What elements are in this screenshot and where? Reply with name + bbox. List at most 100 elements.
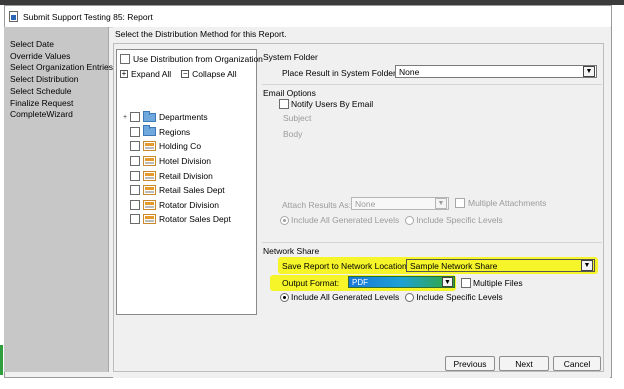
main-content: Select the Distribution Method for this … (113, 27, 610, 378)
tree-node-checkbox[interactable] (130, 141, 140, 152)
notify-users-checkbox[interactable] (279, 99, 289, 109)
expand-all-link[interactable]: Expand All (131, 69, 171, 79)
cancel-button[interactable]: Cancel (553, 356, 601, 371)
save-network-label: Save Report to Network Location: (282, 261, 410, 271)
org-unit-icon (143, 170, 156, 181)
divider (262, 242, 602, 243)
tree-node-checkbox[interactable] (130, 126, 140, 137)
dropdown-arrow-icon[interactable]: ▼ (583, 66, 595, 77)
expand-all-icon[interactable]: + (120, 70, 128, 78)
notify-users-row: Notify Users By Email (279, 99, 373, 109)
options-panel: System Folder Place Result in System Fol… (262, 44, 604, 373)
multiple-files-checkbox[interactable] (461, 278, 471, 288)
network-include-all-label: Include All Generated Levels (291, 292, 400, 302)
tree-node-label: Rotator Sales Dept (159, 214, 231, 225)
email-levels-row: Include All Generated Levels Include Spe… (280, 215, 503, 225)
report-app-icon (9, 11, 18, 22)
tree-node-label: Regions (159, 126, 191, 137)
step-select-date[interactable]: Select Date (10, 39, 108, 51)
tree-node-rotator-division[interactable]: Rotator Division (121, 198, 257, 213)
organization-tree: + Departments Regions Holding Co Hotel D… (121, 110, 257, 227)
dropdown-arrow-icon[interactable]: ▼ (435, 198, 447, 209)
email-include-specific-radio[interactable] (405, 215, 415, 225)
system-folder-value: None (399, 66, 420, 77)
folder-icon (143, 125, 156, 137)
attach-results-select[interactable]: None ▼ (351, 197, 449, 210)
tree-node-checkbox[interactable] (130, 214, 140, 225)
system-folder-title: System Folder (263, 52, 318, 62)
body-label: Body (283, 129, 303, 139)
attach-results-value: None (355, 198, 376, 209)
email-include-specific-label: Include Specific Levels (416, 215, 503, 225)
subject-label: Subject (283, 113, 312, 123)
use-distribution-checkbox[interactable] (120, 54, 130, 64)
step-select-organization-entries[interactable]: Select Organization Entries (10, 62, 113, 74)
tree-node-label: Holding Co (159, 141, 202, 152)
next-button[interactable]: Next (499, 356, 549, 371)
wizard-steps-sidebar: Select Date Override Values Select Organ… (4, 27, 113, 372)
step-complete-wizard[interactable]: CompleteWizard (10, 109, 108, 121)
tree-node-holding-co[interactable]: Holding Co (121, 139, 257, 154)
place-result-label: Place Result in System Folder: (282, 68, 399, 78)
step-select-schedule[interactable]: Select Schedule (10, 86, 108, 98)
tree-node-label: Retail Sales Dept (159, 185, 225, 196)
email-options-title: Email Options (263, 88, 316, 98)
multiple-files-label: Multiple Files (473, 278, 523, 288)
multiple-files-row: Multiple Files (461, 278, 523, 288)
instruction-text: Select the Distribution Method for this … (115, 29, 287, 39)
email-include-all-radio[interactable] (280, 215, 289, 225)
tree-node-checkbox[interactable] (130, 199, 140, 210)
previous-button[interactable]: Previous (445, 356, 495, 371)
title-bar: Submit Support Testing 85: Report (5, 6, 611, 28)
step-finalize-request[interactable]: Finalize Request (10, 98, 108, 110)
dropdown-arrow-icon[interactable]: ▼ (581, 260, 593, 271)
tree-node-label: Hotel Division (159, 156, 211, 167)
network-location-select[interactable]: Sample Network Share ▼ (406, 259, 595, 272)
org-unit-icon (143, 199, 156, 210)
content-frame: Use Distribution from Organization + Exp… (113, 43, 604, 372)
output-format-value: PDF (352, 277, 368, 287)
left-edge-accent (0, 345, 3, 375)
tree-node-label: Departments (159, 112, 208, 123)
network-include-all-radio[interactable] (280, 292, 289, 302)
step-override-values[interactable]: Override Values (10, 51, 108, 63)
tree-node-checkbox[interactable] (130, 156, 140, 167)
use-distribution-row: Use Distribution from Organization (120, 54, 263, 64)
org-unit-icon (143, 185, 156, 196)
tree-node-departments[interactable]: + Departments (121, 110, 257, 125)
tree-node-checkbox[interactable] (130, 170, 140, 181)
step-select-distribution[interactable]: Select Distribution (10, 74, 108, 86)
multiple-attachments-checkbox[interactable] (455, 198, 465, 208)
tree-node-hotel-division[interactable]: Hotel Division (121, 154, 257, 169)
tree-expander-icon[interactable]: + (121, 114, 129, 121)
tree-node-retail-division[interactable]: Retail Division (121, 168, 257, 183)
window-title: Submit Support Testing 85: Report (23, 11, 153, 22)
dropdown-arrow-icon[interactable]: ▼ (442, 277, 453, 287)
tree-node-retail-sales-dept[interactable]: Retail Sales Dept (121, 183, 257, 198)
system-folder-select[interactable]: None ▼ (395, 65, 597, 78)
network-location-value: Sample Network Share (410, 260, 498, 271)
tree-node-label: Rotator Division (159, 199, 219, 210)
distribution-panel: Use Distribution from Organization + Exp… (116, 49, 263, 315)
tree-node-checkbox[interactable] (130, 112, 140, 123)
output-format-select[interactable]: PDF ▼ (348, 276, 455, 288)
multiple-attachments-label: Multiple Attachments (468, 198, 547, 208)
output-format-label: Output Format: (282, 278, 340, 288)
tree-node-regions[interactable]: Regions (121, 125, 257, 140)
folder-icon (143, 110, 156, 122)
notify-users-label: Notify Users By Email (291, 99, 374, 109)
collapse-all-icon[interactable]: − (181, 70, 190, 78)
multiple-attachments-row: Multiple Attachments (455, 198, 546, 208)
org-unit-icon (143, 141, 156, 152)
org-unit-icon (143, 214, 156, 225)
tree-node-checkbox[interactable] (130, 185, 140, 196)
org-unit-icon (143, 156, 156, 167)
tree-node-label: Retail Division (159, 170, 213, 181)
email-include-all-label: Include All Generated Levels (291, 215, 400, 225)
network-include-specific-radio[interactable] (405, 292, 415, 302)
collapse-all-link[interactable]: Collapse All (192, 69, 236, 79)
network-share-title: Network Share (263, 246, 320, 256)
network-levels-row: Include All Generated Levels Include Spe… (280, 292, 503, 302)
tree-node-rotator-sales-dept[interactable]: Rotator Sales Dept (121, 212, 257, 227)
network-include-specific-label: Include Specific Levels (416, 292, 503, 302)
